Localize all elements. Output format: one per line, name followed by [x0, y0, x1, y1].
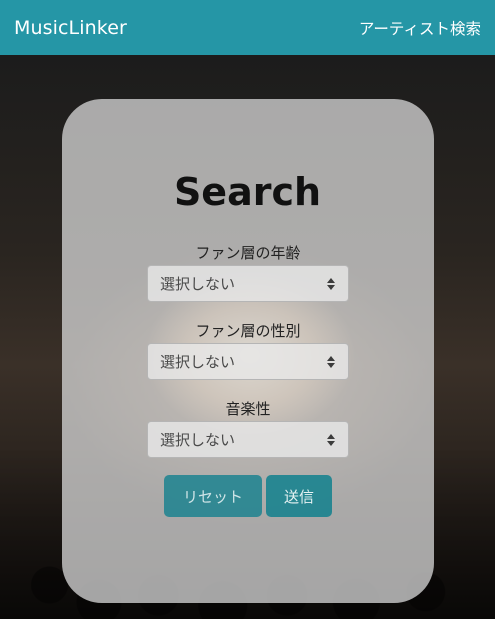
select-arrows-icon: [326, 277, 336, 290]
select-arrows-icon: [326, 433, 336, 446]
filter-age-label: ファン層の年齢: [195, 244, 301, 262]
submit-button[interactable]: 送信: [266, 475, 332, 517]
page-title: Search: [173, 170, 322, 214]
filter-gender-select[interactable]: 選択しない: [147, 343, 349, 380]
filter-age-group: ファン層の年齢 選択しない: [147, 243, 349, 302]
filter-gender-value: 選択しない: [160, 353, 236, 371]
filter-age-value: 選択しない: [160, 275, 236, 293]
page: MusicLinker アーティスト検索 Search ファン層の年齢 選択しな…: [0, 0, 495, 619]
filter-genre-group: 音楽性 選択しない: [147, 399, 349, 458]
select-arrows-icon: [326, 355, 336, 368]
reset-button[interactable]: リセット: [164, 475, 262, 517]
nav-link-artist-search[interactable]: アーティスト検索: [359, 17, 481, 39]
filter-genre-value: 選択しない: [160, 431, 236, 449]
brand-link[interactable]: MusicLinker: [14, 17, 127, 39]
filter-genre-label: 音楽性: [225, 400, 271, 418]
navbar: MusicLinker アーティスト検索: [0, 0, 495, 55]
filter-genre-select[interactable]: 選択しない: [147, 421, 349, 458]
filter-gender-label: ファン層の性別: [195, 322, 301, 340]
filter-gender-group: ファン層の性別 選択しない: [147, 321, 349, 380]
filter-age-select[interactable]: 選択しない: [147, 265, 349, 302]
